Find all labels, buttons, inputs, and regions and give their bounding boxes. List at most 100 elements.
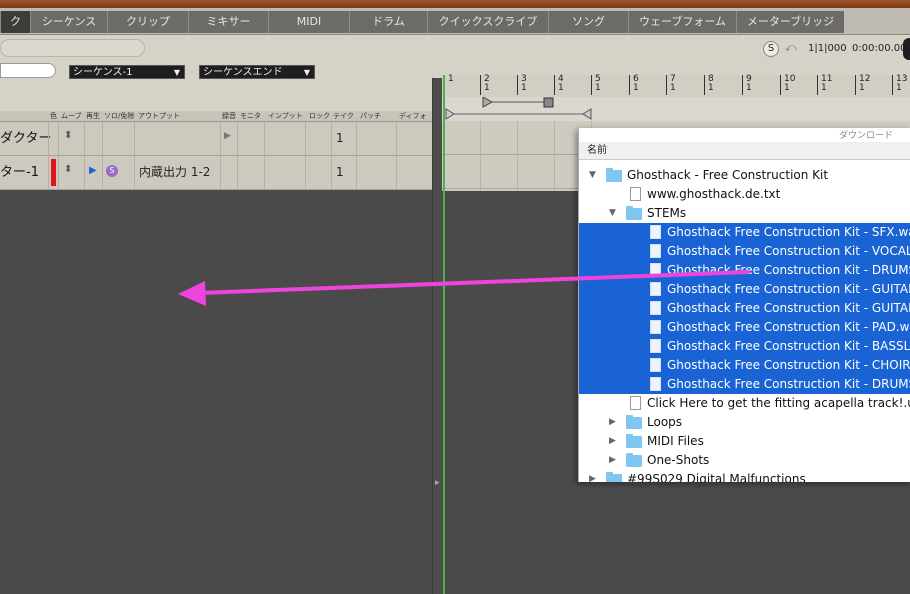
disclosure-closed-icon[interactable]: ▶ xyxy=(609,451,616,470)
take-number[interactable]: 1 xyxy=(336,122,344,155)
col-patch: パッチ xyxy=(360,112,381,120)
track-color-swatch[interactable] xyxy=(51,159,56,186)
browser-folder-row[interactable]: ▶ One-Shots xyxy=(579,451,910,470)
dropdown-triangle-icon: ▼ xyxy=(303,68,310,77)
browser-file-row[interactable]: Click Here to get the fitting acapella t… xyxy=(579,394,910,413)
tab-quickscribe[interactable]: クイックスクライブ xyxy=(427,11,548,33)
browser-folder-row[interactable]: ▼ STEMs xyxy=(579,204,910,223)
col-lock: ロック xyxy=(309,112,330,120)
file-icon xyxy=(650,263,661,277)
browser-folder-row[interactable]: ▶ Loops xyxy=(579,413,910,432)
take-number[interactable]: 1 xyxy=(336,156,344,189)
disclosure-open-icon[interactable]: ▼ xyxy=(609,204,616,223)
overflow-button[interactable] xyxy=(903,38,910,60)
folder-icon xyxy=(626,453,642,467)
browser-item-label: Ghosthack - Free Construction Kit xyxy=(627,168,829,182)
punch-bar[interactable] xyxy=(442,108,910,122)
ruler-tick: 10 1 xyxy=(780,75,795,95)
browser-folder-row[interactable]: ▶ #99S029 Digital Malfunctions xyxy=(579,470,910,482)
tab-midi[interactable]: MIDI xyxy=(268,11,349,33)
file-icon xyxy=(650,320,661,334)
main-tab-bar: ク シーケンス クリップ ミキサー MIDI ドラム クイックスクライブ ソング… xyxy=(0,8,910,35)
tab-track[interactable]: ク xyxy=(0,11,30,33)
browser-file-row[interactable]: Ghosthack Free Construction Kit - DRUMS xyxy=(579,375,910,394)
tab-sequence[interactable]: シーケンス xyxy=(30,11,107,33)
col-monitor: モニタ xyxy=(240,112,261,120)
col-output: アウトプット xyxy=(138,112,180,120)
solo-mute-icon[interactable]: S xyxy=(106,165,118,177)
track-row-track-1[interactable]: ター-1 ⬍ ▶ S 内蔵出力 1-2 1 xyxy=(0,156,432,190)
tab-mixer[interactable]: ミキサー xyxy=(188,11,268,33)
browser-folder-row[interactable]: ▶ MIDI Files xyxy=(579,432,910,451)
beat-number: 1 xyxy=(746,83,752,93)
browser-file-row[interactable]: Ghosthack Free Construction Kit - BASSLI… xyxy=(579,337,910,356)
browser-item-label: #99S029 Digital Malfunctions xyxy=(627,472,806,482)
ruler-tick: 21 xyxy=(480,75,490,95)
browser-folder-row[interactable]: ▼ Ghosthack - Free Construction Kit xyxy=(579,166,910,185)
playhead-line[interactable] xyxy=(443,75,445,594)
file-browser-window[interactable]: ダウンロード 名前 ▼ Ghosthack - Free Construction… xyxy=(578,128,910,482)
disclosure-closed-icon[interactable]: ▶ xyxy=(609,413,616,432)
tab-song[interactable]: ソング xyxy=(548,11,628,33)
record-arm-icon[interactable]: ▶ xyxy=(224,131,231,141)
browser-file-row[interactable]: Ghosthack Free Construction Kit - DRUMS xyxy=(579,261,910,280)
browser-file-row[interactable]: Ghosthack Free Construction Kit - GUITAR xyxy=(579,299,910,318)
move-updown-icon[interactable]: ⬍ xyxy=(64,164,72,175)
track-row-conductor[interactable]: ダクター ⬍ ▶ 1 xyxy=(0,122,432,156)
sequence-end-dropdown[interactable]: シーケンスエンド ▼ xyxy=(199,65,315,79)
browser-file-row[interactable]: Ghosthack Free Construction Kit - PAD.wa… xyxy=(579,318,910,337)
track-output[interactable]: 内蔵出力 1-2 xyxy=(139,156,210,189)
sequence-dropdown[interactable]: シーケンス-1 ▼ xyxy=(69,65,185,79)
tab-meter-bridge[interactable]: メーターブリッジ xyxy=(736,11,844,33)
ruler-tick: 41 xyxy=(554,75,564,95)
splitter-handle-icon[interactable]: ▸ xyxy=(435,478,440,488)
browser-file-row[interactable]: Ghosthack Free Construction Kit - SFX.wa… xyxy=(579,223,910,242)
browser-item-label: Ghosthack Free Construction Kit - PAD.wa… xyxy=(667,320,910,334)
browser-item-label: Ghosthack Free Construction Kit - GUITAR xyxy=(667,301,910,315)
track-name-input[interactable] xyxy=(0,63,56,78)
disclosure-closed-icon[interactable]: ▶ xyxy=(609,432,616,451)
folder-icon xyxy=(606,168,622,182)
col-solo-mute: ソロ/免除 xyxy=(104,112,135,120)
disclosure-closed-icon[interactable]: ▶ xyxy=(589,470,596,482)
track-name: ター-1 xyxy=(0,165,39,180)
col-diff: ディフォ xyxy=(399,112,427,120)
disclosure-open-icon[interactable]: ▼ xyxy=(589,166,596,185)
punch-markers xyxy=(445,108,592,120)
ruler-tick: 81 xyxy=(704,75,714,95)
browser-column-header-name[interactable]: 名前 xyxy=(579,142,910,160)
ruler-tick: 61 xyxy=(629,75,639,95)
file-icon xyxy=(650,225,661,239)
ruler-tick: 13 1 xyxy=(892,75,907,95)
folder-icon xyxy=(626,415,642,429)
browser-location-label: ダウンロード xyxy=(839,131,894,141)
loop-icon[interactable]: ⤺ xyxy=(785,42,799,54)
sequence-name-field[interactable] xyxy=(0,39,145,57)
timeline-ruler[interactable]: 1 21 31 41 51 61 71 81 91 10 1 11 1 12 1 13… xyxy=(442,75,910,98)
ruler-tick: 12 1 xyxy=(855,75,870,95)
browser-file-row[interactable]: www.ghosthack.de.txt xyxy=(579,185,910,204)
file-icon xyxy=(650,377,661,391)
beat-number: 1 xyxy=(521,83,527,93)
title-wood-strip xyxy=(0,0,910,8)
browser-item-label: www.ghosthack.de.txt xyxy=(647,187,781,201)
file-icon xyxy=(650,339,661,353)
tab-waveform[interactable]: ウェーブフォーム xyxy=(628,11,736,33)
tab-clip[interactable]: クリップ xyxy=(107,11,188,33)
browser-file-row[interactable]: Ghosthack Free Construction Kit - GUITAR xyxy=(579,280,910,299)
solo-button[interactable]: S xyxy=(763,41,779,57)
ruler-tick: 71 xyxy=(666,75,676,95)
beat-number: 1 xyxy=(708,83,714,93)
browser-file-row[interactable]: Ghosthack Free Construction Kit - VOCAL … xyxy=(579,242,910,261)
browser-file-row[interactable]: Ghosthack Free Construction Kit - CHOIR.… xyxy=(579,356,910,375)
browser-item-label: Ghosthack Free Construction Kit - BASSLI… xyxy=(667,339,910,353)
play-icon[interactable]: ▶ xyxy=(89,165,97,176)
browser-item-label: Ghosthack Free Construction Kit - DRUMS xyxy=(667,263,910,277)
tab-drum[interactable]: ドラム xyxy=(349,11,427,33)
browser-item-label: Ghosthack Free Construction Kit - CHOIR.… xyxy=(667,358,910,372)
browser-item-label: Ghosthack Free Construction Kit - DRUMS xyxy=(667,377,910,391)
locator-bar[interactable] xyxy=(442,96,910,108)
move-updown-icon[interactable]: ⬍ xyxy=(64,130,72,141)
col-input: インプット xyxy=(268,112,303,120)
ruler-tick: 51 xyxy=(591,75,601,95)
